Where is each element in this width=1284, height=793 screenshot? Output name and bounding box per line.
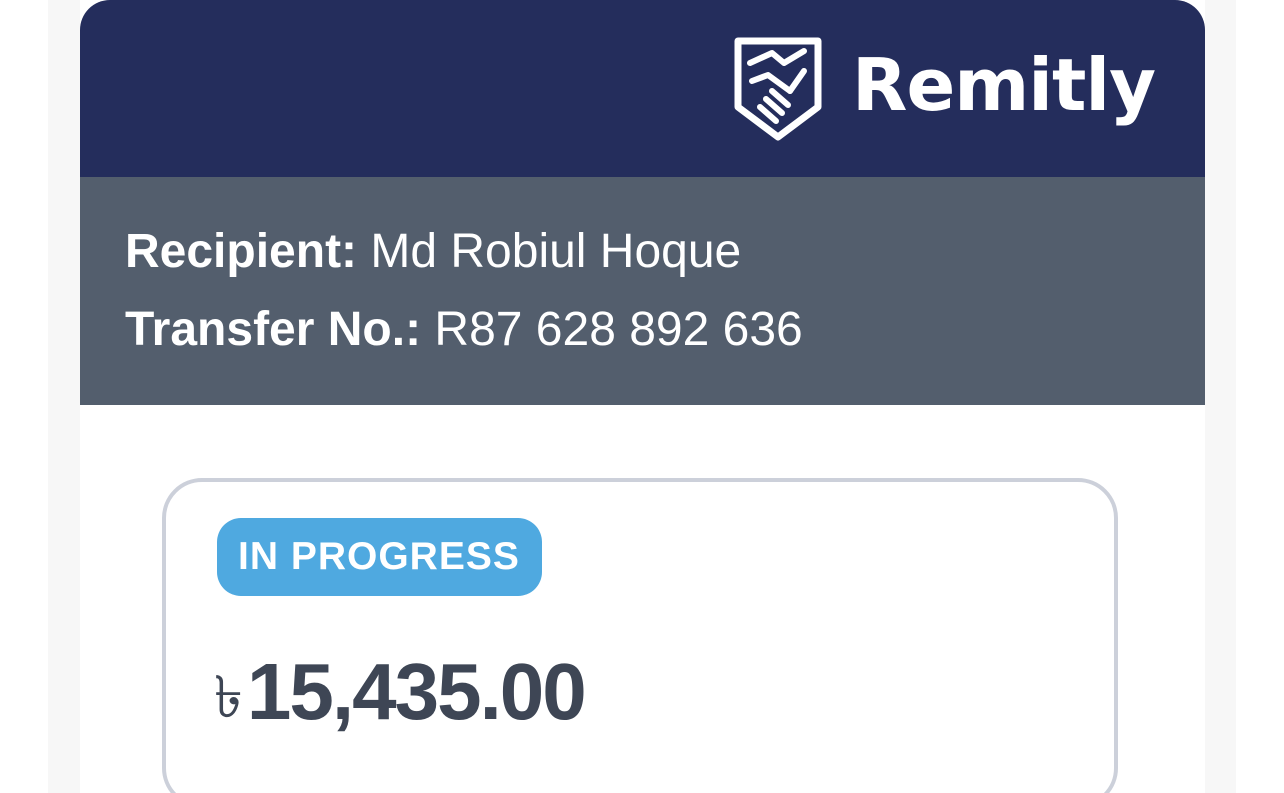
- gutter-left: [48, 0, 80, 793]
- page-margin-left: [0, 0, 48, 793]
- brand-header: Remitly: [80, 0, 1205, 177]
- transfer-card: Remitly Recipient: Md Robiul Hoque Trans…: [80, 0, 1205, 793]
- status-badge: IN PROGRESS: [217, 518, 542, 596]
- page-margin-right: [1236, 0, 1284, 793]
- amount-value: 15,435.00: [246, 647, 587, 736]
- recipient-name: Md Robiul Hoque: [370, 225, 742, 278]
- transfer-details: Recipient: Md Robiul Hoque Transfer No.:…: [80, 177, 1205, 405]
- transfer-amount: ৳15,435.00: [214, 652, 587, 732]
- transfer-number: R87 628 892 636: [434, 303, 803, 356]
- transfer-number-row: Transfer No.: R87 628 892 636: [125, 306, 803, 354]
- remitly-logo: Remitly: [732, 34, 1156, 144]
- recipient-row: Recipient: Md Robiul Hoque: [125, 228, 741, 276]
- handshake-shield-icon: [734, 37, 822, 141]
- currency-symbol: ৳: [214, 663, 243, 731]
- status-panel: IN PROGRESS ৳15,435.00: [162, 478, 1118, 793]
- email-page: Remitly Recipient: Md Robiul Hoque Trans…: [0, 0, 1284, 793]
- transfer-number-label: Transfer No.:: [125, 303, 422, 356]
- brand-name: Remitly: [852, 43, 1156, 127]
- gutter-right: [1205, 0, 1236, 793]
- recipient-label: Recipient:: [125, 225, 358, 278]
